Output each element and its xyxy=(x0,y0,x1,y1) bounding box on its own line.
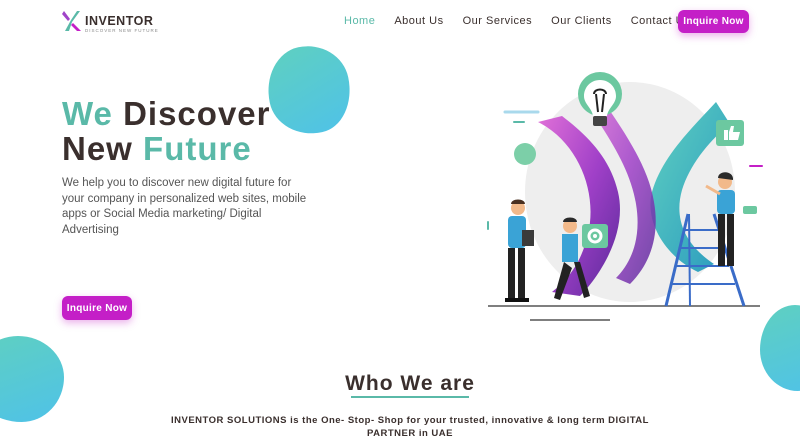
hero-title-text-1: Discover xyxy=(112,95,271,132)
hero-description: We help you to discover new digital futu… xyxy=(62,177,307,236)
nav-link-about-us[interactable]: About Us xyxy=(394,15,443,27)
logo-mark-icon xyxy=(62,11,81,31)
section-title-underline xyxy=(351,396,469,398)
thumbs-up-icon xyxy=(716,120,744,146)
brand-tagline: DISCOVER NEW FUTURE xyxy=(85,28,159,33)
section-description: INVENTOR SOLUTIONS is the One- Stop- Sho… xyxy=(171,415,649,439)
hero-title-accent-1: We xyxy=(62,95,113,132)
main-menu: Home About Us Our Services Our Clients C… xyxy=(344,15,709,27)
brand-logo[interactable]: INVENTOR DISCOVER NEW FUTURE xyxy=(62,10,159,34)
hero-title-text-2: New xyxy=(62,130,144,167)
gear-icon xyxy=(582,224,608,248)
section-title-who-we-are: Who We are xyxy=(345,372,475,395)
hero-illustration xyxy=(487,72,763,321)
top-navbar: INVENTOR DISCOVER NEW FUTURE Home About … xyxy=(0,0,800,44)
nav-link-our-services[interactable]: Our Services xyxy=(463,15,533,27)
nav-link-home[interactable]: Home xyxy=(344,15,375,27)
inquire-now-button[interactable]: Inquire Now xyxy=(678,10,749,33)
decorative-blob xyxy=(259,38,359,142)
hero-inquire-now-button[interactable]: Inquire Now xyxy=(62,296,132,320)
nav-link-our-clients[interactable]: Our Clients xyxy=(551,15,612,27)
brand-name: INVENTOR xyxy=(85,14,154,28)
hero-title: We Discover New Future xyxy=(62,96,271,166)
hero-title-accent-2: Future xyxy=(143,130,252,167)
